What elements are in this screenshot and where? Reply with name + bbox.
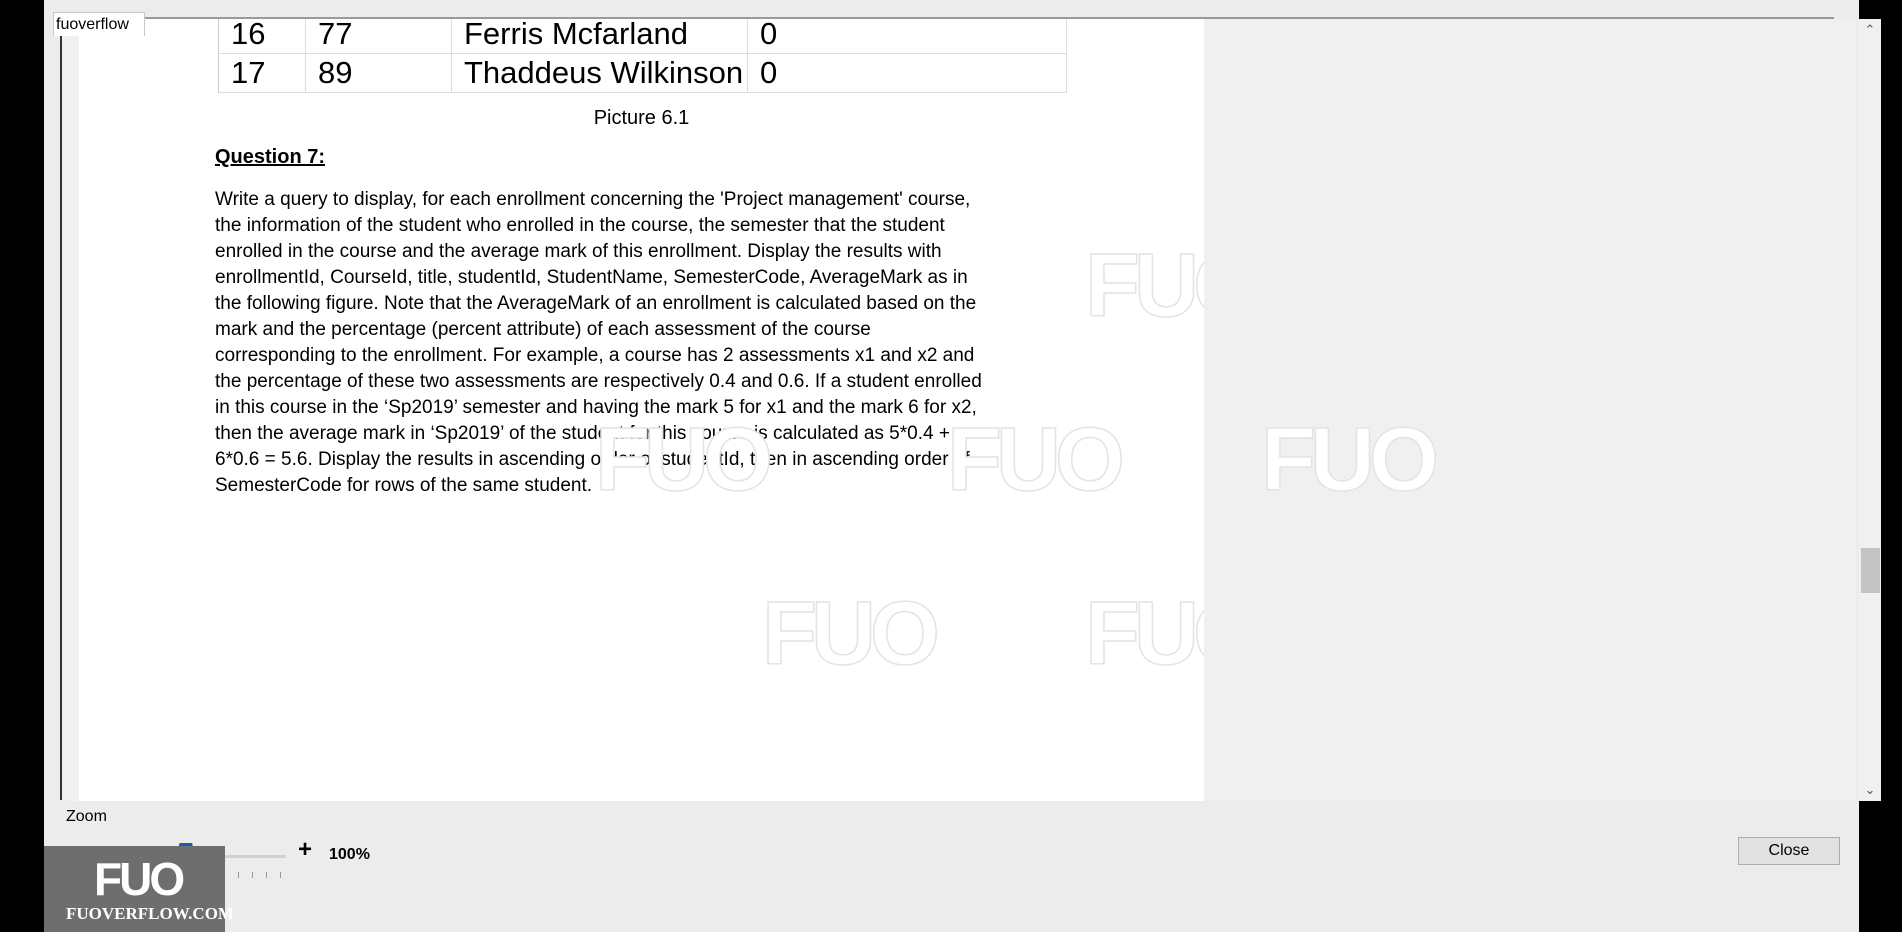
table-row: 17 89 Thaddeus Wilkinson 0 [219,54,1067,93]
question-line: the following figure. Note that the Aver… [215,293,977,314]
watermark-logo: FUO [1260,410,1439,510]
brand-logo: FUO FUOVERFLOW.COM [44,846,234,932]
zoom-slider-ticks [224,872,284,878]
question-line: mark and the percentage (percent attribu… [215,319,871,340]
picture-caption: Picture 6.1 [593,107,690,129]
question-title: Question 7: [215,146,326,168]
question-line: enrollmentId, CourseId, title, studentId… [215,267,968,288]
watermark-logo: FUO [761,584,940,684]
fuo-logo-icon: FUO [94,853,185,905]
question-line: the percentage of these two assessments … [215,371,982,392]
brand-site-text: FUOVERFLOW.COM [66,904,234,923]
question-line: corresponding to the enrollment. For exa… [215,345,975,366]
vertical-scrollbar[interactable]: ⌃ ⌄ [1859,19,1881,801]
scroll-down-icon[interactable]: ⌄ [1859,779,1881,801]
scroll-up-icon[interactable]: ⌃ [1859,19,1881,41]
scrollbar-thumb[interactable] [1861,548,1880,593]
table-cell: 0 [748,19,1067,53]
table-row: 16 77 Ferris Mcfarland 0 [219,19,1067,54]
question-line: the information of the student who enrol… [215,215,945,236]
table-cell: 0 [748,54,1067,92]
document-viewport[interactable]: 16 77 Ferris Mcfarland 0 17 89 Thaddeus … [62,19,1856,801]
document-page: 16 77 Ferris Mcfarland 0 17 89 Thaddeus … [79,19,1204,801]
close-button[interactable]: Close [1738,837,1840,865]
question-line: Write a query to display, for each enrol… [215,189,971,210]
viewer-window: fuoverflow 16 77 Ferris Mcfarland 0 17 8… [44,0,1881,932]
table-cell: Ferris Mcfarland [452,19,748,53]
zoom-label: Zoom [66,808,107,825]
table-cell: 77 [306,19,452,53]
watermark-logo: FUO [946,410,1125,510]
zoom-in-button[interactable]: + [298,836,312,864]
table-cell: Thaddeus Wilkinson [452,54,748,92]
zoom-percentage: 100% [329,846,370,863]
watermark-logo: FUO [1084,236,1204,336]
window-title-tab: fuoverflow [53,12,145,36]
table-cell: 89 [306,54,452,92]
watermark-logo: FUO [1084,584,1204,684]
results-table: 16 77 Ferris Mcfarland 0 17 89 Thaddeus … [218,19,1067,93]
table-cell: 16 [219,19,306,53]
table-cell: 17 [219,54,306,92]
watermark-logo: FUO [594,410,773,510]
question-line: enrolled in the course and the average m… [215,241,942,262]
